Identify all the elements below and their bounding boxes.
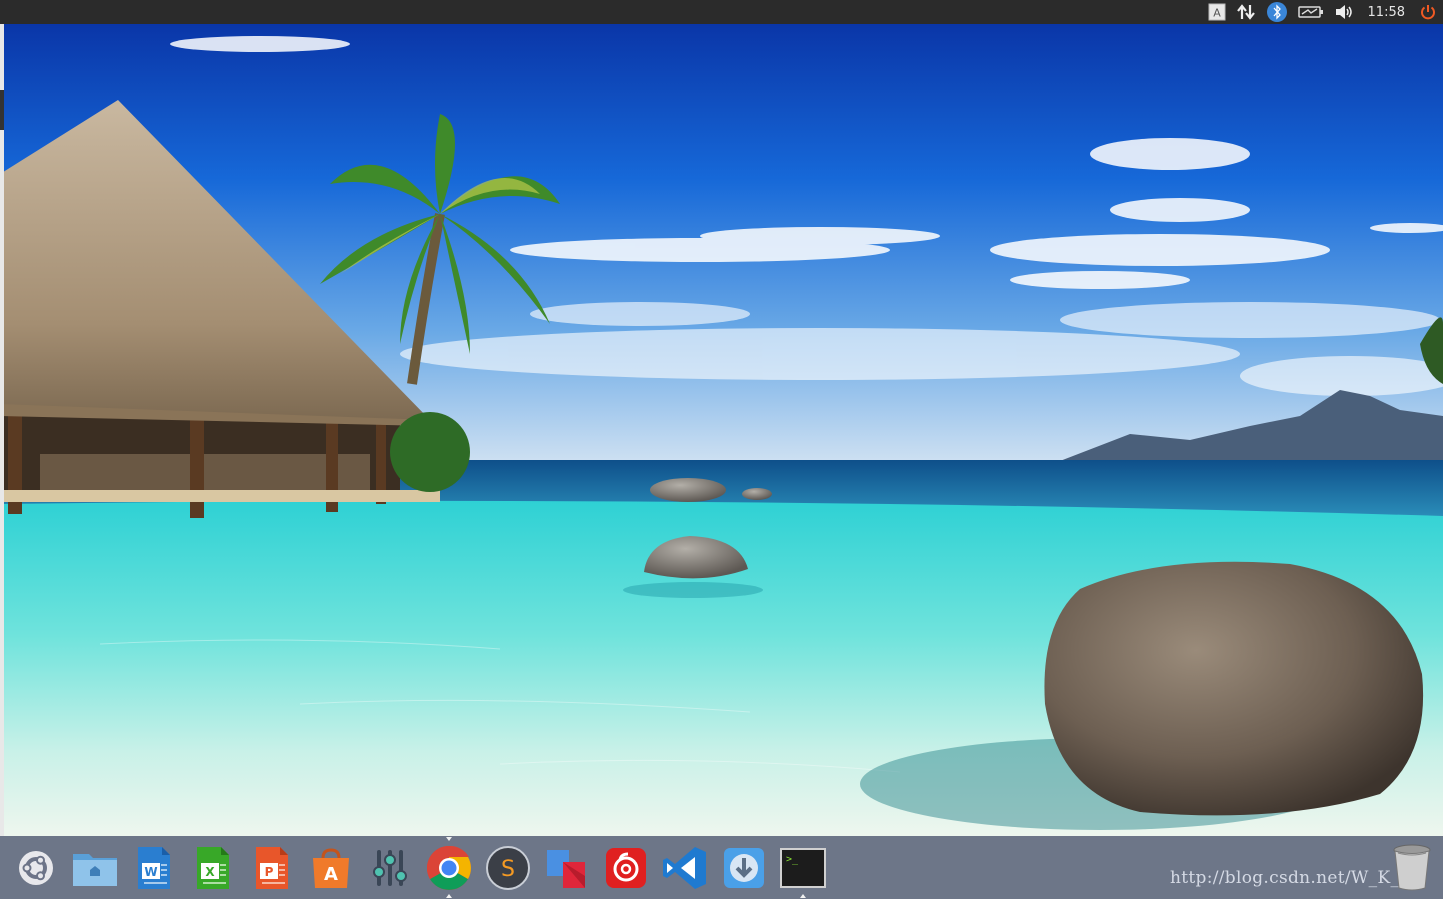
running-indicator bbox=[445, 837, 452, 841]
writer-icon: W bbox=[137, 846, 170, 889]
svg-text:>_: >_ bbox=[786, 854, 799, 865]
dock-item-chrome[interactable] bbox=[419, 836, 478, 899]
running-indicator bbox=[799, 894, 806, 898]
svg-text:A: A bbox=[1213, 7, 1221, 20]
dock-item-app-n[interactable] bbox=[537, 836, 596, 899]
vscode-icon bbox=[662, 846, 706, 889]
top-panel: A 11:58 bbox=[0, 0, 1443, 24]
impress-icon: P bbox=[255, 846, 288, 889]
running-indicator bbox=[445, 894, 452, 898]
volume-icon[interactable] bbox=[1334, 0, 1354, 24]
dock-item-calc[interactable]: X bbox=[183, 836, 242, 899]
chrome-icon bbox=[426, 845, 471, 890]
calc-icon: X bbox=[196, 846, 229, 889]
power-icon[interactable] bbox=[1419, 0, 1437, 24]
sublime-text-icon: S bbox=[485, 845, 530, 890]
network-icon[interactable] bbox=[1236, 0, 1256, 24]
svg-text:S: S bbox=[501, 857, 515, 882]
trash-icon bbox=[1393, 844, 1431, 891]
svg-text:P: P bbox=[264, 865, 273, 879]
desktop-wallpaper bbox=[0, 24, 1443, 836]
dock-item-download[interactable] bbox=[714, 836, 773, 899]
wallpaper-image bbox=[0, 24, 1443, 836]
netease-music-icon bbox=[605, 847, 646, 888]
dock-item-vscode[interactable] bbox=[655, 836, 714, 899]
left-edge-strip bbox=[0, 24, 4, 836]
svg-text:A: A bbox=[324, 864, 338, 885]
keyboard-layout-icon[interactable]: A bbox=[1208, 0, 1226, 24]
dock-items: W X P A S >_ bbox=[6, 836, 832, 899]
watermark: http://blog.csdn.net/W_K_L bbox=[1170, 868, 1411, 888]
dock-item-terminal[interactable]: >_ bbox=[773, 836, 832, 899]
dock-item-sublime[interactable]: S bbox=[478, 836, 537, 899]
settings-mixer-icon bbox=[372, 849, 407, 886]
ubuntu-dash-icon bbox=[18, 850, 53, 885]
software-center-icon: A bbox=[312, 847, 349, 888]
bluetooth-icon[interactable] bbox=[1266, 0, 1288, 24]
dock-item-ubuntu[interactable] bbox=[6, 836, 65, 899]
dock-item-settings[interactable] bbox=[360, 836, 419, 899]
download-icon bbox=[723, 847, 764, 888]
app-n-icon bbox=[546, 849, 585, 888]
dock-item-files[interactable] bbox=[65, 836, 124, 899]
svg-text:X: X bbox=[205, 865, 215, 879]
indicator-tray: A 11:58 bbox=[1208, 0, 1437, 24]
dock-item-netease[interactable] bbox=[596, 836, 655, 899]
dock-item-impress[interactable]: P bbox=[242, 836, 301, 899]
battery-icon[interactable] bbox=[1297, 0, 1324, 24]
edge-marker bbox=[0, 90, 4, 130]
dock-item-software-center[interactable]: A bbox=[301, 836, 360, 899]
clock[interactable]: 11:58 bbox=[1368, 5, 1405, 20]
dock-item-trash[interactable] bbox=[1389, 842, 1435, 892]
dock-item-writer[interactable]: W bbox=[124, 836, 183, 899]
files-icon bbox=[72, 853, 117, 886]
svg-text:W: W bbox=[144, 865, 157, 879]
terminal-icon: >_ bbox=[779, 847, 826, 888]
